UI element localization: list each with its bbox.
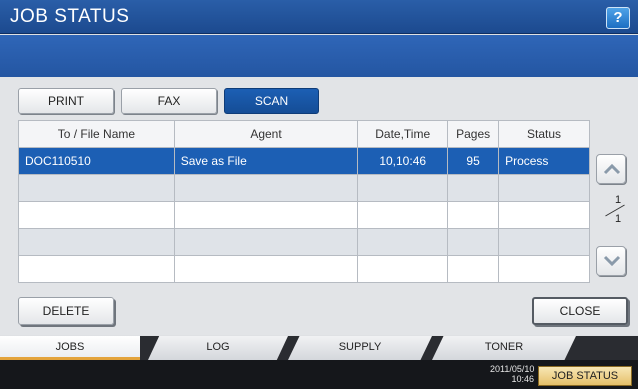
window-title: JOB STATUS: [10, 6, 130, 27]
column-header-pages: Pages: [447, 120, 500, 148]
cell-agent: Save as File: [173, 147, 359, 175]
tab-scan[interactable]: SCAN: [224, 88, 319, 114]
scroll-down-button[interactable]: [596, 246, 626, 276]
clock: 2011/05/10 10:46: [490, 364, 534, 384]
table-row[interactable]: [18, 255, 590, 283]
cell-status: [498, 174, 590, 202]
cell-file: [18, 174, 175, 202]
tab-fax[interactable]: FAX: [121, 88, 217, 114]
cell-status: [498, 201, 590, 229]
chevron-down-icon: [603, 255, 621, 267]
cell-pages: [447, 174, 500, 202]
tab-supply[interactable]: SUPPLY: [288, 336, 432, 360]
cell-file: [18, 255, 175, 283]
cell-status: Process: [498, 147, 590, 175]
cell-pages: [447, 228, 500, 256]
column-header-datetime: Date,Time: [357, 120, 449, 148]
clock-date: 2011/05/10: [490, 364, 535, 374]
title-bar: JOB STATUS ?: [0, 0, 638, 34]
table-row[interactable]: [18, 174, 590, 202]
cell-pages: [447, 255, 500, 283]
cell-pages: 95: [447, 147, 500, 175]
cell-agent: [173, 228, 359, 256]
clock-time: 10:46: [511, 374, 534, 384]
cell-status: [498, 228, 590, 256]
table-header-row: To / File Name Agent Date,Time Pages Sta…: [18, 120, 590, 148]
cell-datetime: [357, 201, 449, 229]
tab-print[interactable]: PRINT: [18, 88, 114, 114]
tab-log[interactable]: LOG: [148, 336, 288, 360]
column-header-file: To / File Name: [18, 120, 175, 148]
table-row[interactable]: [18, 201, 590, 229]
cell-status: [498, 255, 590, 283]
delete-button[interactable]: DELETE: [18, 297, 114, 325]
cell-datetime: [357, 174, 449, 202]
cell-file: [18, 228, 175, 256]
table-row[interactable]: DOC110510 Save as File 10,10:46 95 Proce…: [18, 147, 590, 175]
table-row[interactable]: [18, 228, 590, 256]
cell-agent: [173, 255, 359, 283]
cell-file: [18, 201, 175, 229]
cell-datetime: [357, 228, 449, 256]
job-table: To / File Name Agent Date,Time Pages Sta…: [18, 120, 590, 283]
job-status-screen: JOB STATUS ? PRINT FAX SCAN To / File Na…: [0, 0, 638, 389]
chevron-up-icon: [603, 163, 621, 175]
help-button[interactable]: ?: [606, 7, 630, 29]
cell-agent: [173, 174, 359, 202]
tab-jobs[interactable]: JOBS: [0, 336, 140, 360]
job-status-button[interactable]: JOB STATUS: [538, 366, 632, 386]
scroll-up-button[interactable]: [596, 154, 626, 184]
close-button[interactable]: CLOSE: [532, 297, 628, 325]
cell-datetime: 10,10:46: [357, 147, 449, 175]
total-pages: 1: [614, 213, 622, 225]
cell-agent: [173, 201, 359, 229]
column-header-agent: Agent: [173, 120, 359, 148]
page-counter: 1 1: [605, 194, 630, 225]
cell-pages: [447, 201, 500, 229]
bottom-tab-strip: JOBS LOG SUPPLY TONER: [0, 336, 638, 360]
tab-toner[interactable]: TONER: [432, 336, 576, 360]
current-page: 1: [614, 194, 622, 206]
cell-file: DOC110510: [18, 147, 175, 175]
message-band: [0, 35, 638, 77]
cell-datetime: [357, 255, 449, 283]
column-header-status: Status: [498, 120, 590, 148]
